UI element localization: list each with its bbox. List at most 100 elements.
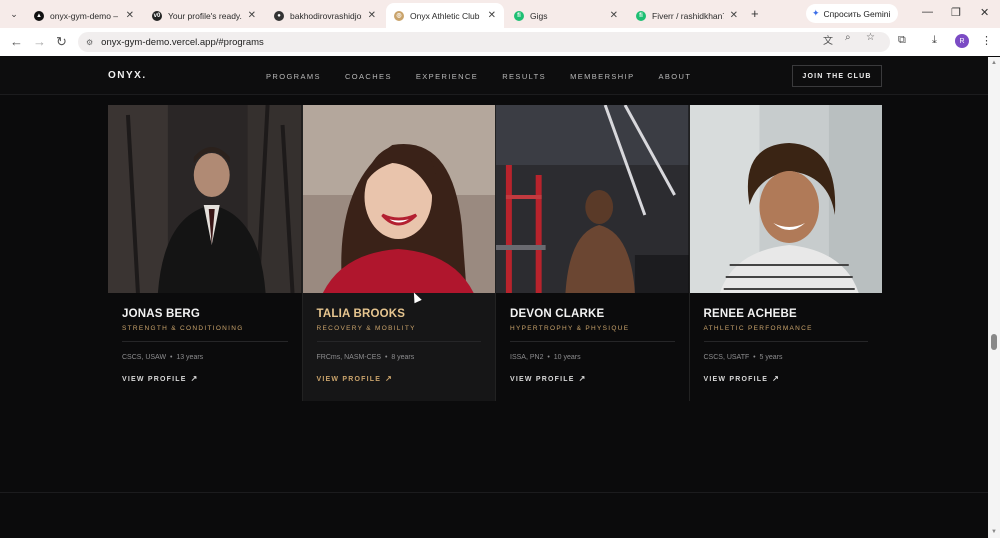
tab-search-icon[interactable]: ⌄ xyxy=(6,6,22,22)
coach-specialty: ATHLETIC PERFORMANCE xyxy=(703,325,813,332)
nav-coaches[interactable]: COACHES xyxy=(345,72,392,81)
close-tab-icon[interactable]: ✕ xyxy=(488,10,496,21)
new-tab-button[interactable]: + xyxy=(751,6,759,21)
coach-photo xyxy=(689,105,882,293)
ask-gemini-button[interactable]: ✦ Спросить Gemini xyxy=(806,4,898,23)
tab-onyx-gym-demo-deploy[interactable]: ▲ onyx-gym-demo – D ✕ xyxy=(26,3,142,28)
nav-membership[interactable]: MEMBERSHIP xyxy=(570,72,634,81)
coach-name: JONAS BERG xyxy=(122,308,201,320)
credentials: CSCS, USATF xyxy=(703,354,750,361)
view-profile-label: VIEW PROFILE xyxy=(703,376,769,383)
zoom-icon[interactable]: ⌕ xyxy=(845,32,851,43)
coach-photo xyxy=(496,105,689,293)
close-window-icon[interactable]: ✕ xyxy=(980,6,989,19)
main-nav: PROGRAMS COACHES EXPERIENCE RESULTS MEMB… xyxy=(266,72,715,81)
nav-experience[interactable]: EXPERIENCE xyxy=(416,72,478,81)
view-profile-label: VIEW PROFILE xyxy=(316,376,382,383)
tab-title: Onyx Athletic Club xyxy=(410,10,480,21)
experience-years: 8 years xyxy=(391,354,415,361)
coach-name: RENEE ACHEBE xyxy=(703,308,797,320)
coach-credentials: CSCS, USATF • 5 years xyxy=(704,354,783,361)
page-scrollbar[interactable]: ▲ ▼ xyxy=(988,57,1000,538)
onyx-logo[interactable]: ONYX. xyxy=(108,70,147,81)
bullet: • xyxy=(545,354,554,361)
extensions-icon[interactable]: ⧉ xyxy=(898,34,906,47)
close-tab-icon[interactable]: ✕ xyxy=(368,10,376,21)
experience-years: 5 years xyxy=(759,354,783,361)
forward-icon[interactable]: → xyxy=(33,34,46,49)
gemini-sparkle-icon: ✦ xyxy=(812,8,820,18)
coach-photo xyxy=(302,105,495,293)
nav-results[interactable]: RESULTS xyxy=(502,72,546,81)
close-tab-icon[interactable]: ✕ xyxy=(730,10,738,21)
tab-fiverr-gigs[interactable]: fi Gigs ✕ xyxy=(506,3,626,28)
view-profile-link[interactable]: VIEW PROFILE ↗ xyxy=(704,374,780,383)
arrow-up-right-icon: ↗ xyxy=(190,374,199,383)
gemini-label: Спросить Gemini xyxy=(823,8,891,19)
coach-card[interactable]: RENEE ACHEBE ATHLETIC PERFORMANCE CSCS, … xyxy=(688,105,882,401)
view-profile-link[interactable]: VIEW PROFILE ↗ xyxy=(510,374,586,383)
nav-about[interactable]: ABOUT xyxy=(659,72,692,81)
arrow-up-right-icon: ↗ xyxy=(385,374,393,383)
coaches-grid: JONAS BERG STRENGTH & CONDITIONING CSCS,… xyxy=(108,105,882,401)
coach-name: DEVON CLARKE xyxy=(510,308,605,320)
site-info-icon[interactable]: ⚙ xyxy=(86,38,93,47)
close-tab-icon[interactable]: ✕ xyxy=(126,10,134,21)
github-icon: ● xyxy=(274,10,284,21)
browser-tab-bar: ⌄ ▲ onyx-gym-demo – D ✕ v0 Your profile'… xyxy=(0,0,1000,28)
coach-specialty: RECOVERY & MOBILITY xyxy=(316,325,416,332)
download-icon[interactable]: ⤓ xyxy=(932,34,937,47)
scroll-down-icon[interactable]: ▼ xyxy=(991,529,997,535)
credentials: CSCS, USAW xyxy=(122,354,167,361)
url-text: onyx-gym-demo.vercel.app/#programs xyxy=(101,36,264,48)
arrow-up-right-icon: ↗ xyxy=(578,374,587,383)
arrow-up-right-icon: ↗ xyxy=(772,374,780,383)
tab-fiverr-profile[interactable]: fi Fiverr / rashidkhan7 ✕ xyxy=(628,3,746,28)
coach-credentials: CSCS, USAW • 13 years xyxy=(122,354,203,361)
view-profile-label: VIEW PROFILE xyxy=(510,376,575,383)
tab-title: onyx-gym-demo – D xyxy=(50,10,120,21)
join-the-club-button[interactable]: JOIN THE CLUB xyxy=(792,65,882,87)
site-header: ONYX. PROGRAMS COACHES EXPERIENCE RESULT… xyxy=(0,57,988,95)
bullet: • xyxy=(751,354,760,361)
coach-card[interactable]: TALIA BROOKS RECOVERY & MOBILITY FRCms, … xyxy=(301,105,495,401)
tab-title: bakhodirovrashidjon xyxy=(290,10,362,21)
section-divider xyxy=(0,492,988,493)
menu-kebab-icon[interactable]: ⋮ xyxy=(981,34,992,47)
globe-icon: ◎ xyxy=(394,10,404,21)
fiverr-icon: fi xyxy=(636,10,646,21)
coach-name: TALIA BROOKS xyxy=(316,308,406,320)
close-tab-icon[interactable]: ✕ xyxy=(248,10,256,21)
page-viewport: ONYX. PROGRAMS COACHES EXPERIENCE RESULT… xyxy=(0,57,988,538)
back-icon[interactable]: ← xyxy=(10,34,23,49)
profile-avatar[interactable]: R xyxy=(955,34,969,48)
view-profile-link[interactable]: VIEW PROFILE ↗ xyxy=(317,374,393,383)
minimize-icon[interactable]: — xyxy=(922,6,933,18)
fiverr-icon: fi xyxy=(514,10,524,21)
card-divider xyxy=(510,341,675,342)
bookmark-star-icon[interactable]: ☆ xyxy=(866,32,875,43)
coach-card[interactable]: JONAS BERG STRENGTH & CONDITIONING CSCS,… xyxy=(108,105,302,401)
browser-toolbar: ← → ↻ ⚙ onyx-gym-demo.vercel.app/#progra… xyxy=(0,28,1000,56)
tab-title: Gigs xyxy=(530,10,548,21)
tab-github[interactable]: ● bakhodirovrashidjon ✕ xyxy=(266,3,384,28)
card-divider xyxy=(122,341,288,342)
coach-specialty: HYPERTROPHY & PHYSIQUE xyxy=(510,325,630,332)
translate-icon[interactable]: 文 xyxy=(823,32,833,47)
coach-specialty: STRENGTH & CONDITIONING xyxy=(122,325,244,332)
experience-years: 10 years xyxy=(553,354,581,361)
tab-v0-profile[interactable]: v0 Your profile's ready. ✕ xyxy=(144,3,264,28)
vercel-icon: ▲ xyxy=(34,10,44,21)
address-bar[interactable]: ⚙ onyx-gym-demo.vercel.app/#programs xyxy=(78,32,890,52)
scroll-up-icon[interactable]: ▲ xyxy=(991,60,997,66)
coach-card[interactable]: DEVON CLARKE HYPERTROPHY & PHYSIQUE ISSA… xyxy=(495,105,689,401)
view-profile-link[interactable]: VIEW PROFILE ↗ xyxy=(122,374,198,383)
view-profile-label: VIEW PROFILE xyxy=(122,376,187,383)
tab-onyx-athletic-club[interactable]: ◎ Onyx Athletic Club ✕ xyxy=(386,3,504,28)
scrollbar-thumb[interactable] xyxy=(991,334,997,350)
nav-programs[interactable]: PROGRAMS xyxy=(266,72,321,81)
restore-icon[interactable]: ❐ xyxy=(951,6,961,19)
reload-icon[interactable]: ↻ xyxy=(56,34,67,50)
credentials: FRCms, NASM-CES xyxy=(316,354,382,361)
close-tab-icon[interactable]: ✕ xyxy=(610,10,618,21)
